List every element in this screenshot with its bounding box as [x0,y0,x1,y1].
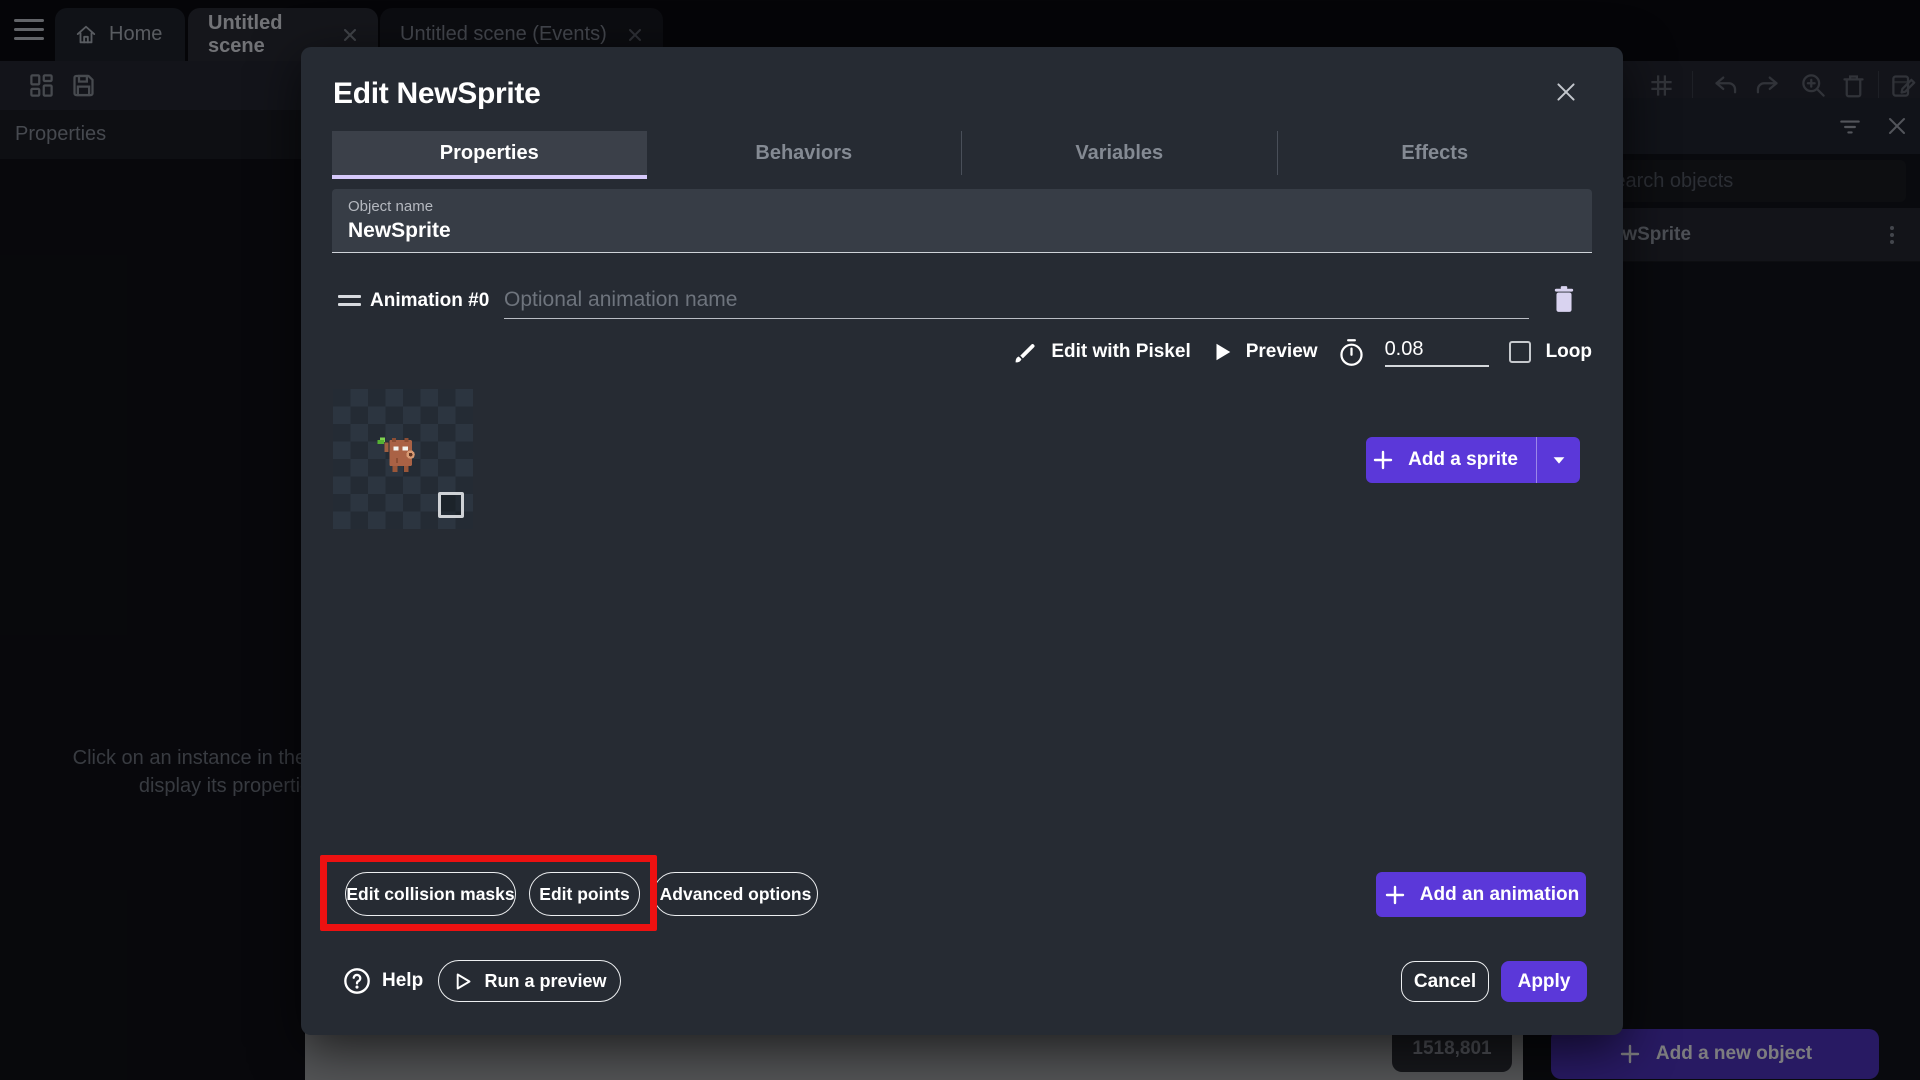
object-name-field[interactable]: Object name [332,189,1592,253]
edit-sprite-dialog: Edit NewSprite Properties Behaviors Vari… [301,47,1623,1035]
edit-with-piskel-button[interactable]: Edit with Piskel [1013,340,1191,365]
dialog-title: Edit NewSprite [333,77,541,110]
chevron-down-icon [1550,451,1568,469]
add-sprite-label: Add a sprite [1408,449,1518,470]
frame-select-checkbox[interactable] [438,492,464,518]
plus-icon [1383,883,1407,907]
preview-button[interactable]: Preview [1211,341,1318,363]
drag-handle-icon[interactable] [338,295,361,311]
animation-name-input[interactable] [504,281,1529,319]
loop-checkbox[interactable] [1508,341,1531,363]
gdevelop-app: Home Untitled scene Untitled scene (Even… [0,0,1920,1080]
edit-points-button[interactable]: Edit points [529,872,640,916]
animation-row: Animation #0 [301,281,1623,325]
add-animation-button[interactable]: Add an animation [1376,872,1586,917]
delete-animation-icon[interactable] [1551,285,1579,315]
help-label[interactable]: Help [382,970,423,992]
help-icon[interactable] [343,967,371,995]
sprite-frame-thumbnail[interactable] [333,389,473,529]
dialog-tab-bar: Properties Behaviors Variables Effects [332,131,1593,179]
object-name-input[interactable] [348,219,1548,243]
paintbrush-icon [1013,340,1038,365]
time-between-frames-input[interactable] [1384,337,1489,367]
tab-properties[interactable]: Properties [332,131,647,179]
animation-tools-row: Edit with Piskel Preview Loop [1013,330,1592,374]
edit-collision-masks-button[interactable]: Edit collision masks [345,872,516,916]
plus-icon [1371,448,1395,472]
play-outline-icon [452,971,473,992]
animation-label: Animation #0 [370,290,490,311]
play-icon [1211,341,1233,363]
add-animation-label: Add an animation [1419,883,1580,905]
loop-toggle[interactable]: Loop [1508,341,1592,363]
sprite-edit-buttons-row: Edit collision masks Edit points Advance… [345,872,818,916]
pig-sprite-image [377,437,415,473]
dialog-close-icon[interactable] [1553,79,1579,105]
object-name-label: Object name [348,198,434,215]
advanced-options-button[interactable]: Advanced options [653,872,818,916]
timer-icon [1338,338,1365,367]
cancel-button[interactable]: Cancel [1401,961,1489,1002]
run-a-preview-button[interactable]: Run a preview [438,960,621,1002]
tab-effects[interactable]: Effects [1276,131,1593,175]
add-sprite-button[interactable]: Add a sprite [1366,437,1580,483]
tab-behaviors[interactable]: Behaviors [647,131,962,175]
apply-button[interactable]: Apply [1501,961,1587,1002]
add-sprite-dropdown[interactable] [1536,437,1580,483]
tab-variables[interactable]: Variables [961,131,1277,175]
